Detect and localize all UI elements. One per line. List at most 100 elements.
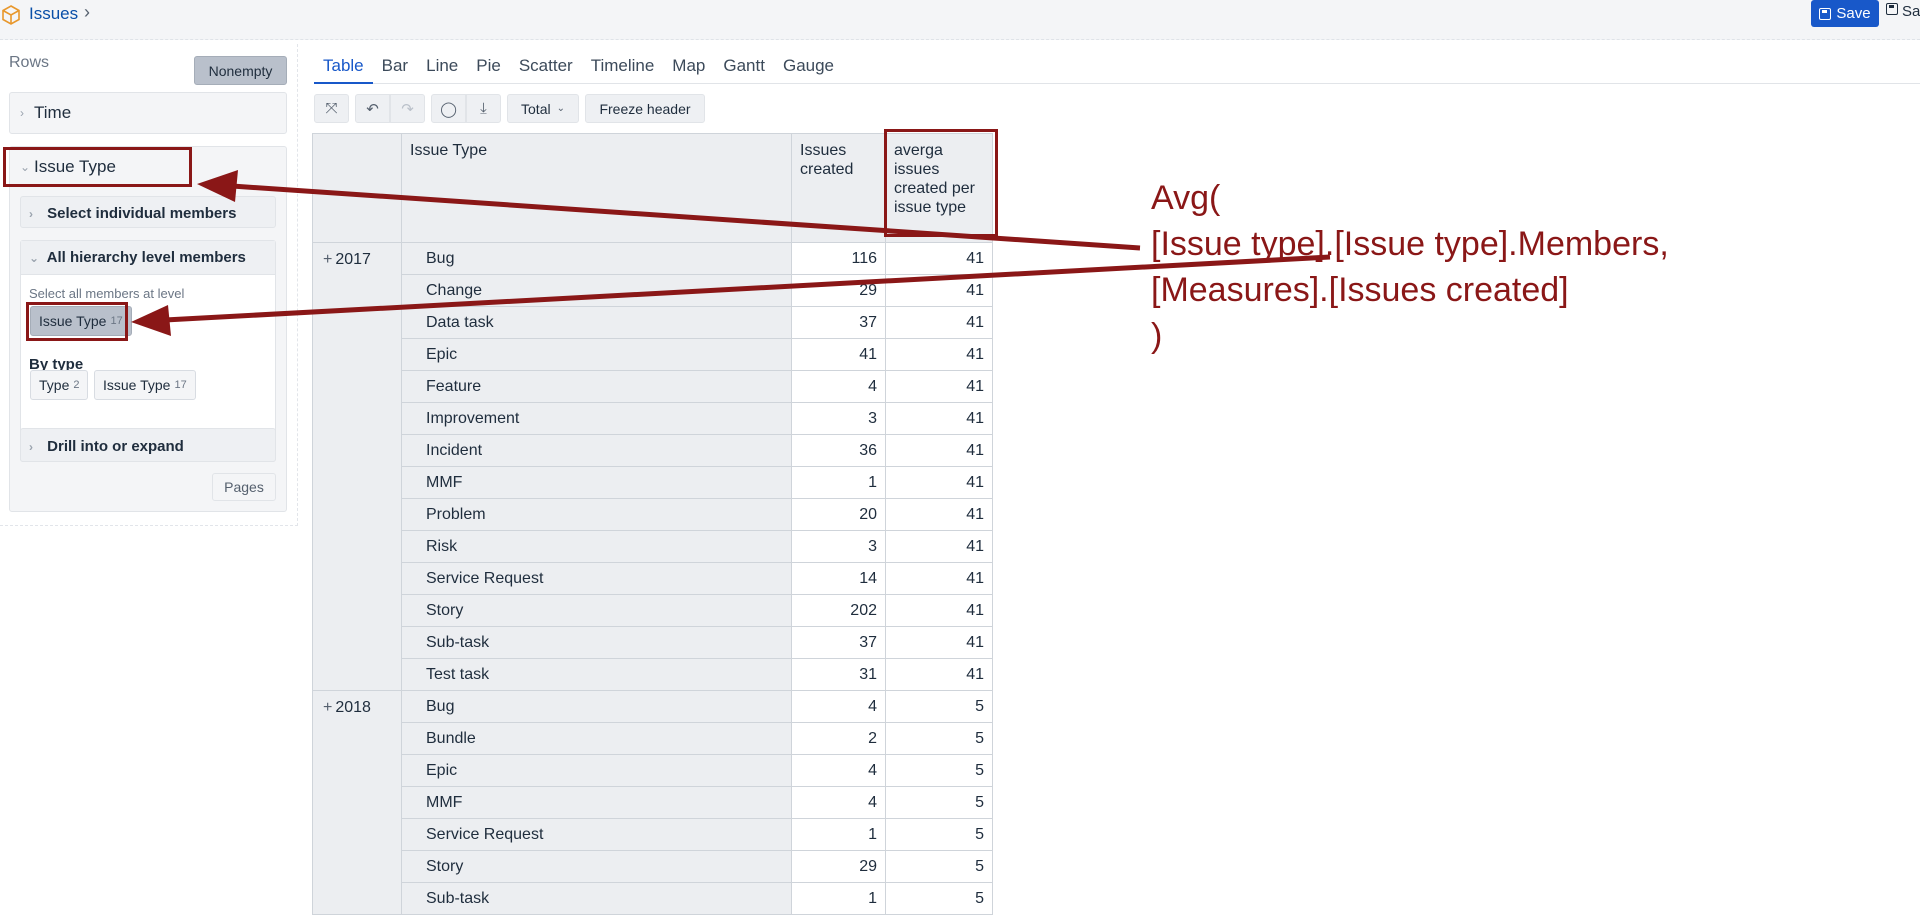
type-chip-issue-type[interactable]: Issue Type 17: [94, 370, 196, 400]
average-cell: 41: [885, 530, 993, 563]
drill-label: Drill into or expand: [47, 438, 184, 455]
issue-type-cell[interactable]: Epic: [401, 338, 792, 371]
redo-button[interactable]: ↷: [390, 94, 425, 123]
issues-created-cell: 4: [791, 754, 886, 787]
issue-type-cell[interactable]: Story: [401, 594, 792, 627]
table-row: Epic 41 41: [313, 338, 993, 371]
pages-button[interactable]: Pages: [212, 473, 276, 501]
table-row: Story 202 41: [313, 594, 993, 627]
table-row: Incident 36 41: [313, 434, 993, 467]
total-dropdown[interactable]: Total ⌄: [507, 94, 579, 123]
issue-type-cell[interactable]: Improvement: [401, 402, 792, 435]
time-dimension-card[interactable]: › Time: [9, 92, 287, 134]
tab-timeline[interactable]: Timeline: [582, 50, 664, 84]
fullscreen-button[interactable]: ⤧: [314, 94, 349, 123]
average-cell: 41: [885, 306, 993, 339]
issue-type-cell[interactable]: MMF: [401, 466, 792, 499]
average-cell: 41: [885, 466, 993, 499]
tab-table[interactable]: Table: [314, 50, 373, 84]
chevron-right-icon: ›: [29, 207, 33, 221]
row-header-corner: [312, 133, 402, 243]
all-hierarchy-header[interactable]: ⌄ All hierarchy level members: [21, 241, 275, 275]
average-cell: 5: [885, 818, 993, 851]
tab-gantt[interactable]: Gantt: [714, 50, 774, 84]
save-button-label: Save: [1836, 5, 1871, 22]
issue-type-cell[interactable]: Service Request: [401, 818, 792, 851]
issues-created-cell: 1: [791, 882, 886, 915]
issue-type-cell[interactable]: Problem: [401, 498, 792, 531]
table-row: Change 29 41: [313, 274, 993, 307]
tab-gauge[interactable]: Gauge: [774, 50, 843, 84]
app-root: Issues › Save Sa Rows Nonempty › Time ⌄ …: [0, 0, 1920, 922]
issue-type-cell[interactable]: Test task: [401, 658, 792, 691]
table-row: Data task 37 41: [313, 306, 993, 339]
tab-line[interactable]: Line: [417, 50, 467, 84]
year-label: 2017: [335, 251, 371, 268]
issue-type-cell[interactable]: Bug: [401, 690, 792, 723]
cube-title-link[interactable]: Issues: [29, 4, 78, 24]
table-row: MMF 1 41: [313, 466, 993, 499]
table-row: Sub-task 1 5: [313, 882, 993, 915]
issues-created-cell: 41: [791, 338, 886, 371]
issues-created-cell: 3: [791, 402, 886, 435]
issue-type-cell[interactable]: Bundle: [401, 722, 792, 755]
issues-created-cell: 37: [791, 306, 886, 339]
expand-plus-icon[interactable]: +: [323, 699, 332, 716]
issue-type-cell[interactable]: Feature: [401, 370, 792, 403]
tab-bar[interactable]: Bar: [373, 50, 417, 84]
undo-button[interactable]: ↶: [355, 94, 390, 123]
average-cell: 41: [885, 594, 993, 627]
chevron-right-icon: ›: [20, 106, 24, 120]
issue-type-cell[interactable]: MMF: [401, 786, 792, 819]
year-row-header[interactable]: +2018: [312, 690, 402, 915]
export-button[interactable]: ⤓: [466, 94, 501, 123]
table-row: Bundle 2 5: [313, 722, 993, 755]
issue-type-cell[interactable]: Sub-task: [401, 626, 792, 659]
issue-type-cell[interactable]: Sub-task: [401, 882, 792, 915]
issues-created-cell: 36: [791, 434, 886, 467]
column-header-issues-created[interactable]: Issues created: [791, 133, 886, 243]
save-as-label: Sa: [1902, 3, 1920, 20]
tab-map[interactable]: Map: [663, 50, 714, 84]
comment-button[interactable]: ◯: [431, 94, 466, 123]
issue-type-cell[interactable]: Service Request: [401, 562, 792, 595]
formula-line: [Issue type].[Issue type].Members,: [1151, 225, 1669, 263]
save-button[interactable]: Save: [1811, 0, 1879, 27]
tab-scatter[interactable]: Scatter: [510, 50, 582, 84]
average-cell: 5: [885, 754, 993, 787]
table-row: Sub-task 37 41: [313, 626, 993, 659]
tab-pie[interactable]: Pie: [467, 50, 510, 84]
save-as-button[interactable]: Sa: [1886, 3, 1920, 20]
issue-type-cell[interactable]: Data task: [401, 306, 792, 339]
issues-created-cell: 116: [791, 242, 886, 275]
table-row: MMF 4 5: [313, 786, 993, 819]
issue-type-cell[interactable]: Change: [401, 274, 792, 307]
undo-icon: ↶: [366, 100, 379, 118]
table-row: Service Request 14 41: [313, 562, 993, 595]
year-row-header[interactable]: +2017: [312, 242, 402, 691]
column-header-issue-type[interactable]: Issue Type: [401, 133, 792, 243]
issue-type-cell[interactable]: Bug: [401, 242, 792, 275]
expand-plus-icon[interactable]: +: [323, 251, 332, 268]
expand-icon: ⤧: [325, 100, 338, 117]
table-row: Risk 3 41: [313, 530, 993, 563]
average-cell: 41: [885, 658, 993, 691]
table-row: Feature 4 41: [313, 370, 993, 403]
type-chip-type[interactable]: Type 2: [30, 370, 89, 400]
drill-into-or-expand[interactable]: › Drill into or expand: [20, 428, 276, 462]
issue-type-cell[interactable]: Story: [401, 850, 792, 883]
average-cell: 41: [885, 626, 993, 659]
issue-type-cell[interactable]: Risk: [401, 530, 792, 563]
nonempty-button[interactable]: Nonempty: [194, 56, 287, 85]
freeze-header-button[interactable]: Freeze header: [585, 94, 705, 123]
chart-type-tabs: Table Bar Line Pie Scatter Timeline Map …: [314, 50, 1920, 84]
average-cell: 41: [885, 498, 993, 531]
select-individual-label: Select individual members: [47, 205, 237, 222]
formula-line: ): [1151, 317, 1163, 355]
select-individual-members[interactable]: › Select individual members: [20, 196, 276, 228]
select-all-hint: Select all members at level: [29, 286, 185, 301]
chevron-right-icon: ›: [29, 440, 33, 454]
issue-type-cell[interactable]: Epic: [401, 754, 792, 787]
issue-type-cell[interactable]: Incident: [401, 434, 792, 467]
issues-created-cell: 202: [791, 594, 886, 627]
